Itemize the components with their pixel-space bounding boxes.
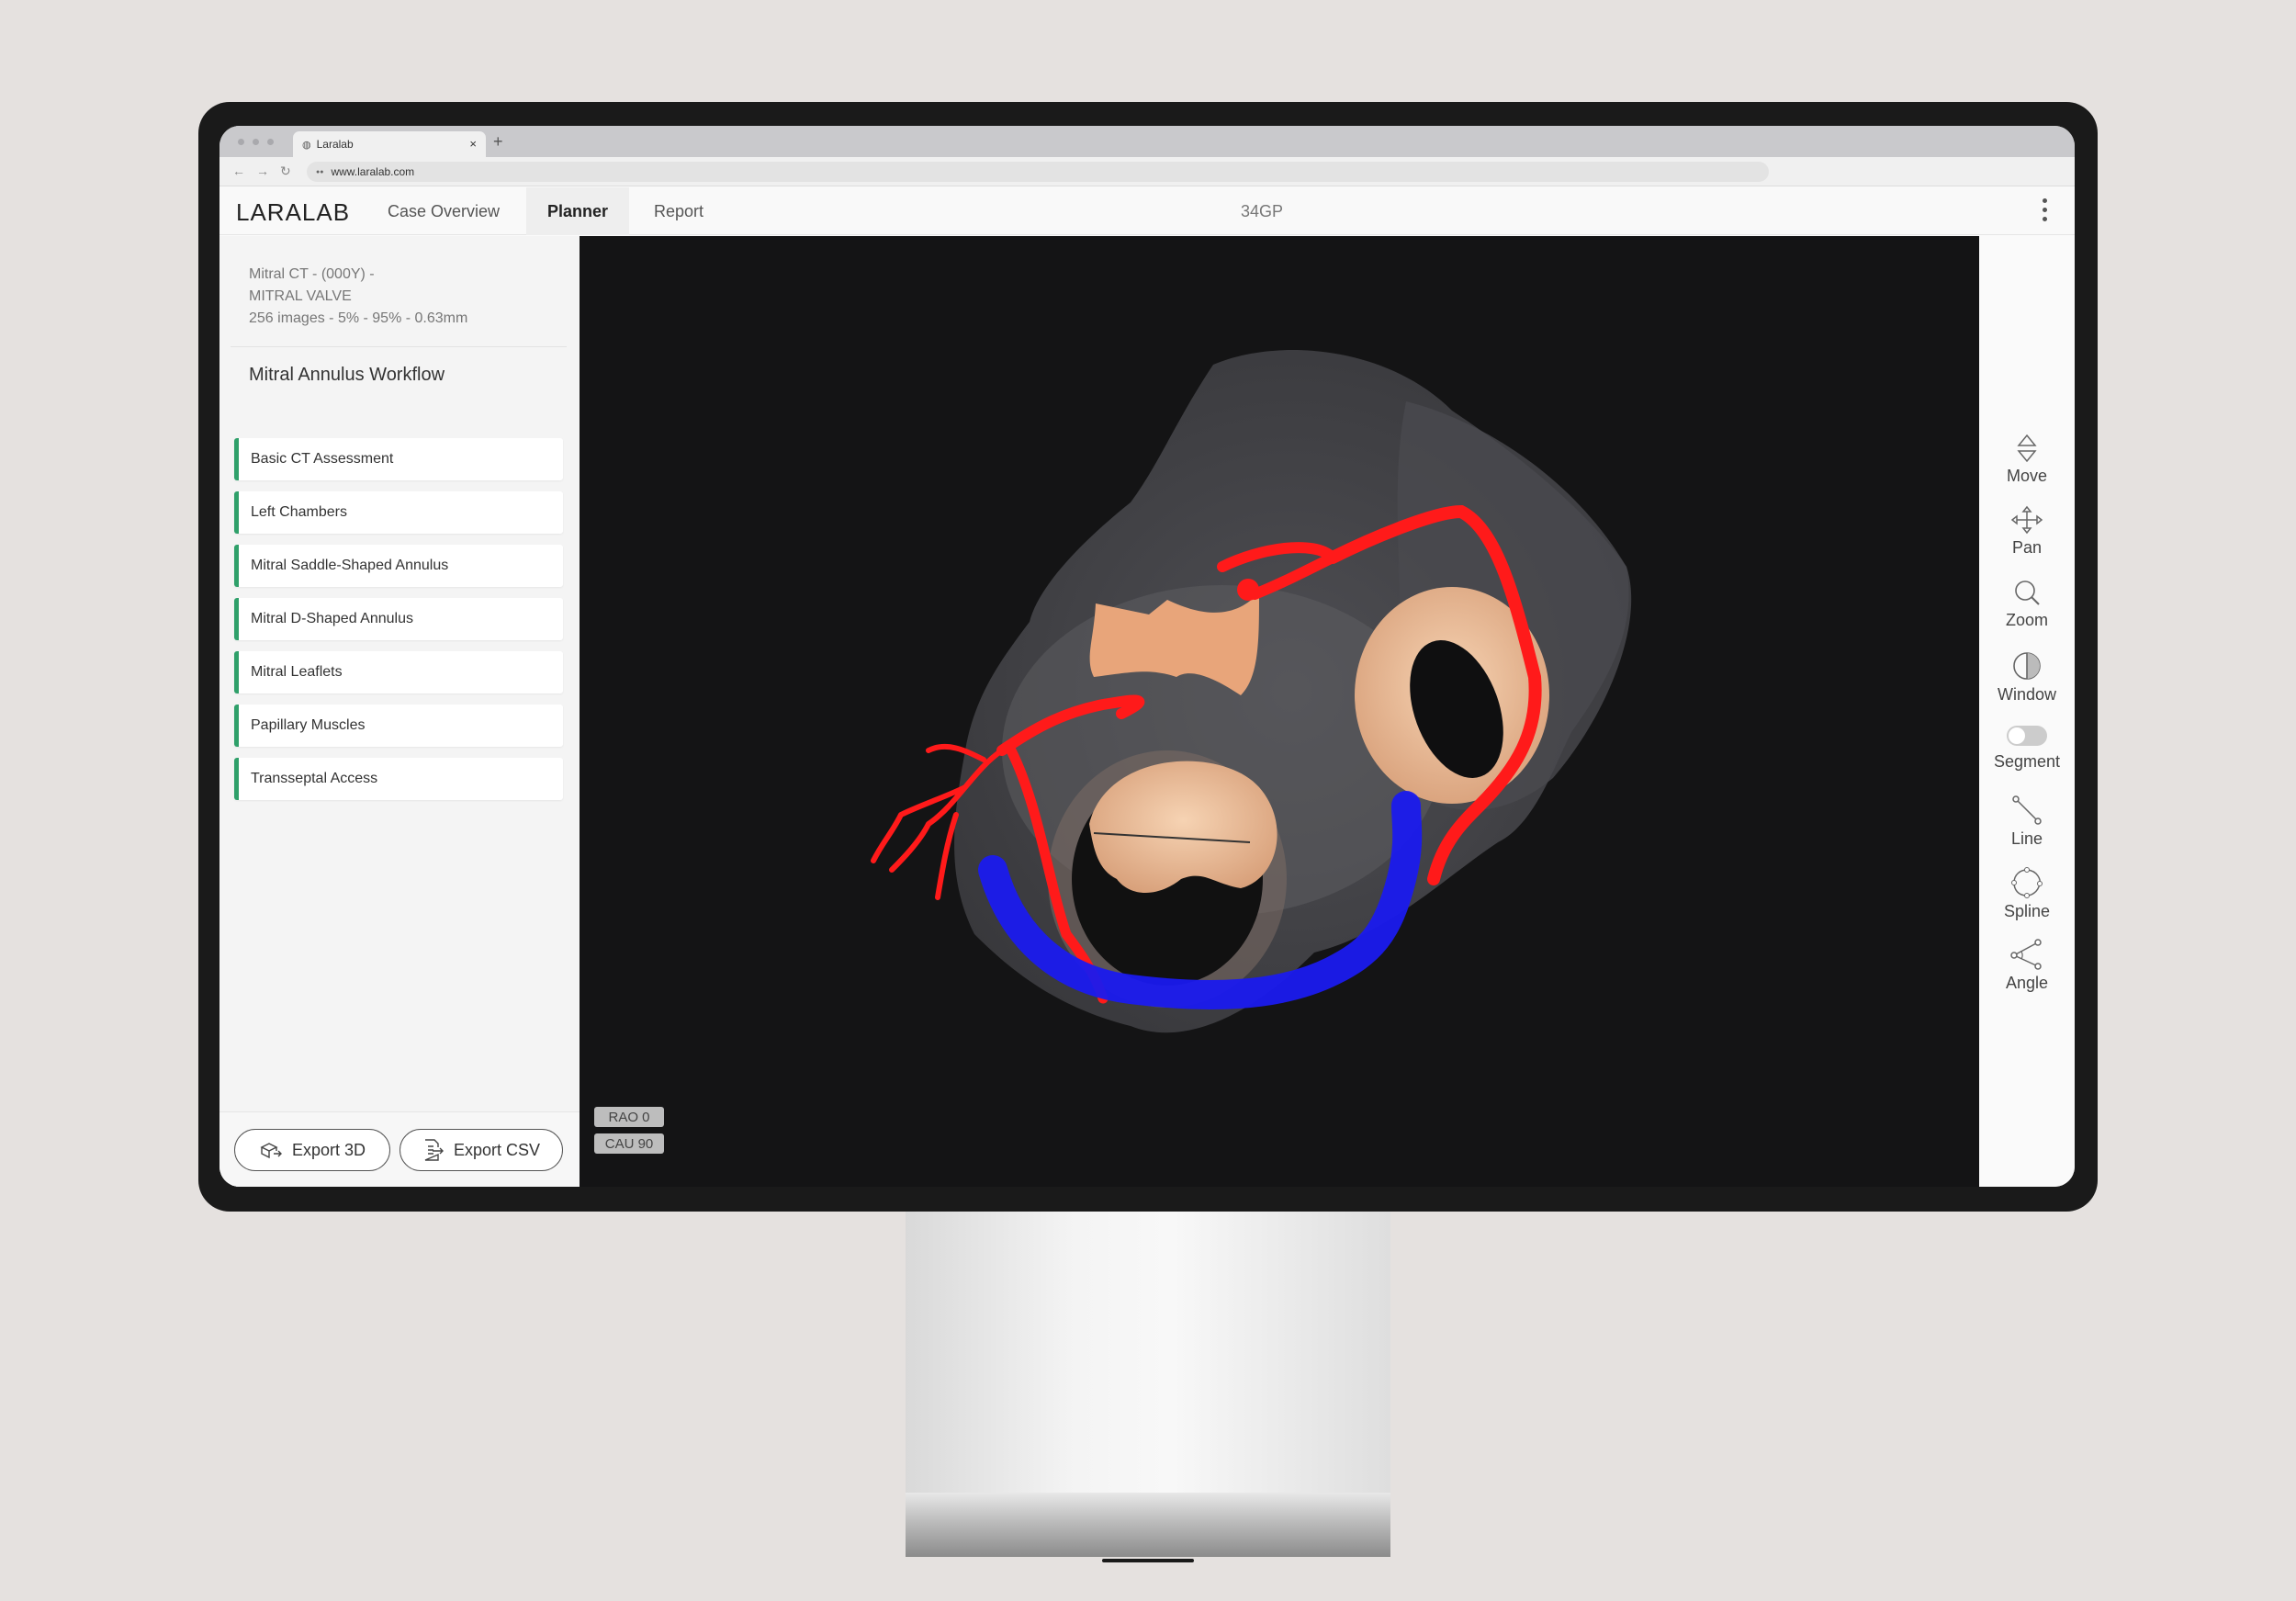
workflow-step[interactable]: Mitral Saddle-Shaped Annulus xyxy=(234,545,563,587)
line-icon xyxy=(2012,795,2042,825)
tab-case-overview[interactable]: Case Overview xyxy=(370,187,517,235)
new-tab-button[interactable]: + xyxy=(493,133,503,150)
case-id: 34GP xyxy=(1241,202,1284,220)
workflow-step[interactable]: Left Chambers xyxy=(234,491,563,534)
3d-viewport[interactable]: RAO 0 CAU 90 xyxy=(580,236,1979,1187)
browser-tab-strip: ◍ Laralab × + xyxy=(219,126,2075,157)
cube-export-icon xyxy=(260,1143,282,1159)
workflow-step[interactable]: Basic CT Assessment xyxy=(234,438,563,480)
back-icon[interactable]: ← xyxy=(232,163,245,179)
workflow-step[interactable]: Transseptal Access xyxy=(234,758,563,800)
tool-label: Move xyxy=(2006,467,2047,485)
more-menu-icon[interactable] xyxy=(2043,198,2047,221)
globe-icon: ◍ xyxy=(302,139,311,151)
workflow-step[interactable]: Papillary Muscles xyxy=(234,705,563,747)
close-icon[interactable]: × xyxy=(469,137,477,151)
segment-tool[interactable]: Segment xyxy=(1979,723,2075,772)
move-icon xyxy=(2017,434,2037,463)
workflow-sidebar: Mitral CT - (000Y) - MITRAL VALVE 256 im… xyxy=(219,236,580,1187)
cau-angle-badge: CAU 90 xyxy=(594,1133,664,1154)
monitor-screen: ◍ Laralab × + ← → ↻ ●● www.laralab.com L… xyxy=(219,126,2075,1187)
export-csv-button[interactable]: Export CSV xyxy=(400,1129,563,1171)
study-info-line: Mitral CT - (000Y) - xyxy=(249,266,375,282)
window-icon xyxy=(2013,652,2041,680)
window-tool[interactable]: Window xyxy=(1979,650,2075,705)
tool-label: Segment xyxy=(1993,752,2061,771)
spline-icon xyxy=(2011,867,2043,898)
stand-base xyxy=(906,1493,1390,1557)
toggle-icon[interactable] xyxy=(2005,723,2049,749)
pan-icon xyxy=(2010,505,2043,535)
move-tool[interactable]: Move xyxy=(1979,434,2075,486)
study-info-line: 256 images - 5% - 95% - 0.63mm xyxy=(249,310,468,326)
pan-tool[interactable]: Pan xyxy=(1979,505,2075,558)
export-3d-label: Export 3D xyxy=(291,1140,366,1159)
reload-icon[interactable]: ↻ xyxy=(280,163,291,179)
export-3d-button[interactable]: Export 3D xyxy=(234,1129,390,1171)
browser-tab-title: Laralab xyxy=(316,138,354,151)
monitor-stand xyxy=(906,1203,1390,1562)
workflow-title: Mitral Annulus Workflow xyxy=(249,365,445,385)
study-info: Mitral CT - (000Y) - MITRAL VALVE 256 im… xyxy=(249,264,467,330)
zoom-tool[interactable]: Zoom xyxy=(1979,578,2075,630)
browser-tab[interactable]: ◍ Laralab × xyxy=(293,131,486,157)
zoom-icon xyxy=(2015,581,2040,605)
tool-label: Window xyxy=(1997,685,2057,704)
study-info-line: MITRAL VALVE xyxy=(249,288,352,304)
tool-label: Angle xyxy=(2005,974,2049,992)
export-csv-label: Export CSV xyxy=(453,1140,541,1159)
tool-label: Spline xyxy=(2003,902,2051,920)
divider xyxy=(231,346,567,347)
url-text: www.laralab.com xyxy=(331,165,415,178)
coronary-ostium xyxy=(1237,579,1259,601)
heart-3d-render xyxy=(871,350,1632,1033)
browser-toolbar: ← → ↻ ●● www.laralab.com xyxy=(219,157,2075,186)
angle-icon xyxy=(2010,939,2042,970)
spline-tool[interactable]: Spline xyxy=(1979,867,2075,921)
address-bar[interactable]: ●● www.laralab.com xyxy=(307,162,1769,182)
workflow-step[interactable]: Mitral D-Shaped Annulus xyxy=(234,598,563,640)
export-bar: Export 3D Export CSV xyxy=(219,1111,580,1187)
stand-foot xyxy=(1102,1559,1194,1562)
tool-palette: Move Pan Zoom Window Segment Line Spline… xyxy=(1979,236,2075,1187)
rao-angle-badge: RAO 0 xyxy=(594,1107,664,1127)
app-header: LARALAB Case Overview Planner Report 34G… xyxy=(219,187,2075,235)
file-export-icon xyxy=(424,1139,444,1161)
tool-label: Pan xyxy=(2011,538,2043,557)
tool-label: Line xyxy=(2010,829,2043,848)
tab-planner[interactable]: Planner xyxy=(526,187,629,235)
angle-tool[interactable]: Angle xyxy=(1979,939,2075,993)
tool-label: Zoom xyxy=(2005,611,2048,629)
line-tool[interactable]: Line xyxy=(1979,795,2075,849)
workflow-step[interactable]: Mitral Leaflets xyxy=(234,651,563,693)
app-logo: LARALAB xyxy=(236,198,351,226)
tab-report[interactable]: Report xyxy=(633,187,725,235)
forward-icon[interactable]: → xyxy=(256,163,269,179)
window-controls[interactable] xyxy=(238,139,274,145)
site-info-icon[interactable]: ●● xyxy=(316,169,323,175)
